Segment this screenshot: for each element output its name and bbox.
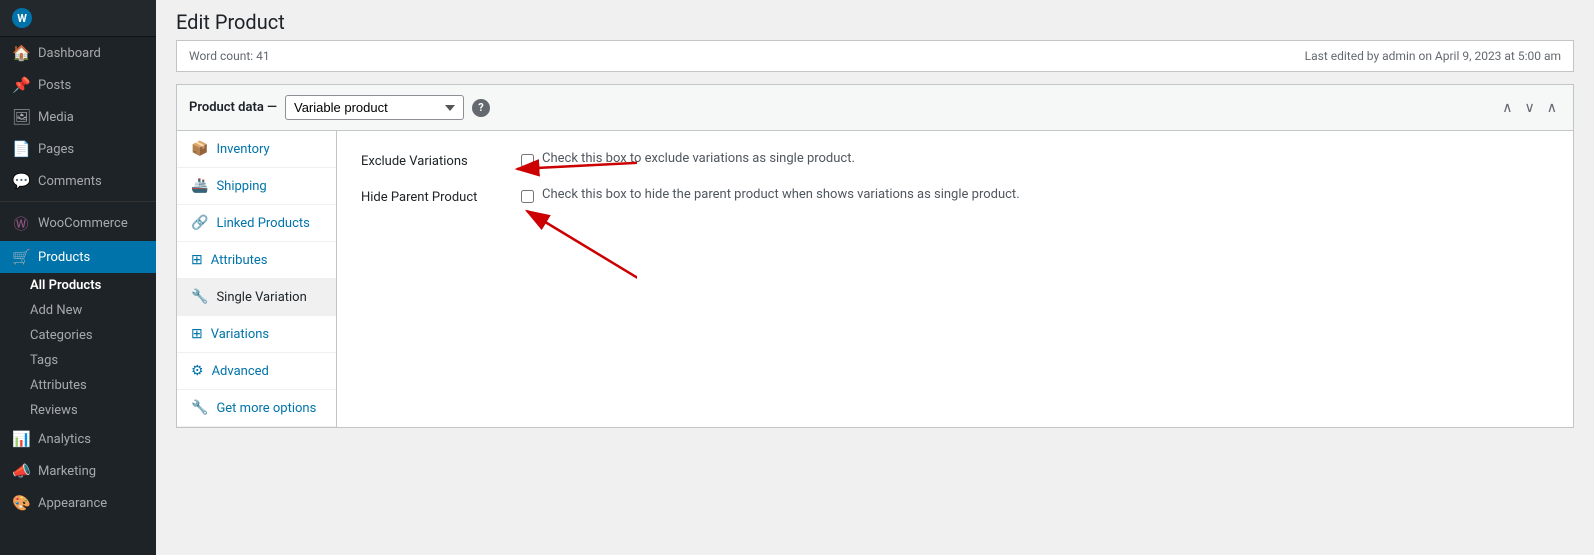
tab-get-more-options[interactable]: 🔧 Get more options [177, 390, 336, 427]
tab-get-more-options-label: Get more options [216, 401, 316, 416]
tab-linked-products-label: Linked Products [216, 216, 309, 231]
single-variation-tab-icon: 🔧 [191, 289, 208, 305]
sidebar-logo: W [0, 0, 156, 37]
sidebar-item-label: Marketing [38, 464, 96, 479]
word-count-bar: Word count: 41 Last edited by admin on A… [176, 40, 1574, 72]
advanced-tab-icon: ⚙ [191, 363, 204, 379]
tab-attributes-label: Attributes [211, 253, 268, 268]
sidebar-item-products[interactable]: 🛒 Products [0, 241, 156, 273]
exclude-variations-desc: Check this box to exclude variations as … [542, 151, 855, 166]
last-edited-text: Last edited by admin on April 9, 2023 at… [1305, 49, 1561, 63]
sidebar-item-label: Pages [38, 142, 74, 157]
wp-logo-icon: W [12, 8, 32, 28]
sidebar-item-label: Products [38, 250, 90, 265]
product-data-label: Product data — [189, 100, 277, 115]
exclude-variations-control: Check this box to exclude variations as … [521, 151, 855, 167]
sidebar-item-analytics[interactable]: 📊 Analytics [0, 423, 156, 455]
sub-item-tags[interactable]: Tags [0, 348, 156, 373]
sidebar-item-woocommerce[interactable]: Ⓦ WooCommerce [0, 206, 156, 241]
inventory-tab-icon: 📦 [191, 141, 208, 157]
product-tabs: 📦 Inventory 🚢 Shipping 🔗 Linked Products… [177, 131, 337, 427]
help-icon[interactable]: ? [472, 99, 490, 117]
products-submenu: All Products Add New Categories Tags Att… [0, 273, 156, 423]
collapse-down-button[interactable]: ∨ [1521, 97, 1539, 118]
products-icon: 🛒 [12, 248, 30, 266]
exclude-variations-checkbox[interactable] [521, 154, 534, 167]
media-icon: 🖼 [12, 108, 30, 126]
sidebar-item-pages[interactable]: 📄 Pages [0, 133, 156, 165]
hide-parent-product-checkbox[interactable] [521, 190, 534, 203]
tab-inventory-label: Inventory [216, 142, 269, 157]
hide-parent-product-label: Hide Parent Product [361, 187, 521, 205]
attributes-tab-icon: ⊞ [191, 252, 203, 268]
main-content: Edit Product Word count: 41 Last edited … [156, 0, 1594, 555]
get-more-options-tab-icon: 🔧 [191, 400, 208, 416]
tab-single-variation-label: Single Variation [216, 290, 306, 305]
tab-variations-label: Variations [211, 327, 269, 342]
tab-shipping-label: Shipping [216, 179, 266, 194]
hide-parent-product-control: Check this box to hide the parent produc… [521, 187, 1020, 203]
dashboard-icon: 🏠 [12, 44, 30, 62]
pages-icon: 📄 [12, 140, 30, 158]
product-content: Exclude Variations Check this box to exc… [337, 131, 1573, 427]
tab-advanced[interactable]: ⚙ Advanced [177, 353, 336, 390]
analytics-icon: 📊 [12, 430, 30, 448]
sidebar-item-marketing[interactable]: 📣 Marketing [0, 455, 156, 487]
exclude-variations-label: Exclude Variations [361, 151, 521, 169]
exclude-variations-field: Exclude Variations Check this box to exc… [361, 151, 1549, 169]
hide-parent-product-field: Hide Parent Product Check this box to hi… [361, 187, 1549, 205]
posts-icon: 📌 [12, 76, 30, 94]
appearance-icon: 🎨 [12, 494, 30, 512]
sidebar-item-label: Analytics [38, 432, 91, 447]
product-data-body: 📦 Inventory 🚢 Shipping 🔗 Linked Products… [177, 131, 1573, 427]
tab-advanced-label: Advanced [212, 364, 269, 379]
sidebar-item-label: Posts [38, 78, 71, 93]
word-count-text: Word count: 41 [189, 49, 270, 63]
collapse-toggle-button[interactable]: ∧ [1543, 97, 1561, 118]
tab-attributes[interactable]: ⊞ Attributes [177, 242, 336, 279]
tab-inventory[interactable]: 📦 Inventory [177, 131, 336, 168]
sidebar-item-media[interactable]: 🖼 Media [0, 101, 156, 133]
tab-shipping[interactable]: 🚢 Shipping [177, 168, 336, 205]
sidebar-item-label: Appearance [38, 496, 107, 511]
sidebar-item-label: Comments [38, 174, 102, 189]
sidebar-item-label: Media [38, 110, 74, 125]
shipping-tab-icon: 🚢 [191, 178, 208, 194]
sidebar: W 🏠 Dashboard 📌 Posts 🖼 Media 📄 Pages 💬 … [0, 0, 156, 555]
sidebar-item-label: WooCommerce [38, 216, 128, 231]
sub-item-all-products[interactable]: All Products [0, 273, 156, 298]
marketing-icon: 📣 [12, 462, 30, 480]
hide-parent-product-desc: Check this box to hide the parent produc… [542, 187, 1020, 202]
page-title: Edit Product [176, 10, 1574, 34]
sub-item-reviews[interactable]: Reviews [0, 398, 156, 423]
linked-products-tab-icon: 🔗 [191, 215, 208, 231]
tab-variations[interactable]: ⊞ Variations [177, 316, 336, 353]
product-data-section: Product data — Simple product Variable p… [176, 84, 1574, 428]
collapse-up-button[interactable]: ∧ [1498, 97, 1516, 118]
page-header: Edit Product [156, 0, 1594, 40]
comments-icon: 💬 [12, 172, 30, 190]
tab-linked-products[interactable]: 🔗 Linked Products [177, 205, 336, 242]
sidebar-item-label: Dashboard [38, 46, 101, 61]
tab-single-variation[interactable]: 🔧 Single Variation [177, 279, 336, 316]
sidebar-item-appearance[interactable]: 🎨 Appearance [0, 487, 156, 519]
sub-item-add-new[interactable]: Add New [0, 298, 156, 323]
sidebar-item-comments[interactable]: 💬 Comments [0, 165, 156, 197]
sidebar-item-dashboard[interactable]: 🏠 Dashboard [0, 37, 156, 69]
sidebar-item-posts[interactable]: 📌 Posts [0, 69, 156, 101]
collapse-buttons: ∧ ∨ ∧ [1498, 97, 1561, 118]
product-data-header: Product data — Simple product Variable p… [177, 85, 1573, 131]
sub-item-attributes[interactable]: Attributes [0, 373, 156, 398]
woocommerce-icon: Ⓦ [12, 213, 30, 234]
sub-item-categories[interactable]: Categories [0, 323, 156, 348]
variations-tab-icon: ⊞ [191, 326, 203, 342]
product-type-select[interactable]: Simple product Variable product Grouped … [285, 95, 464, 120]
